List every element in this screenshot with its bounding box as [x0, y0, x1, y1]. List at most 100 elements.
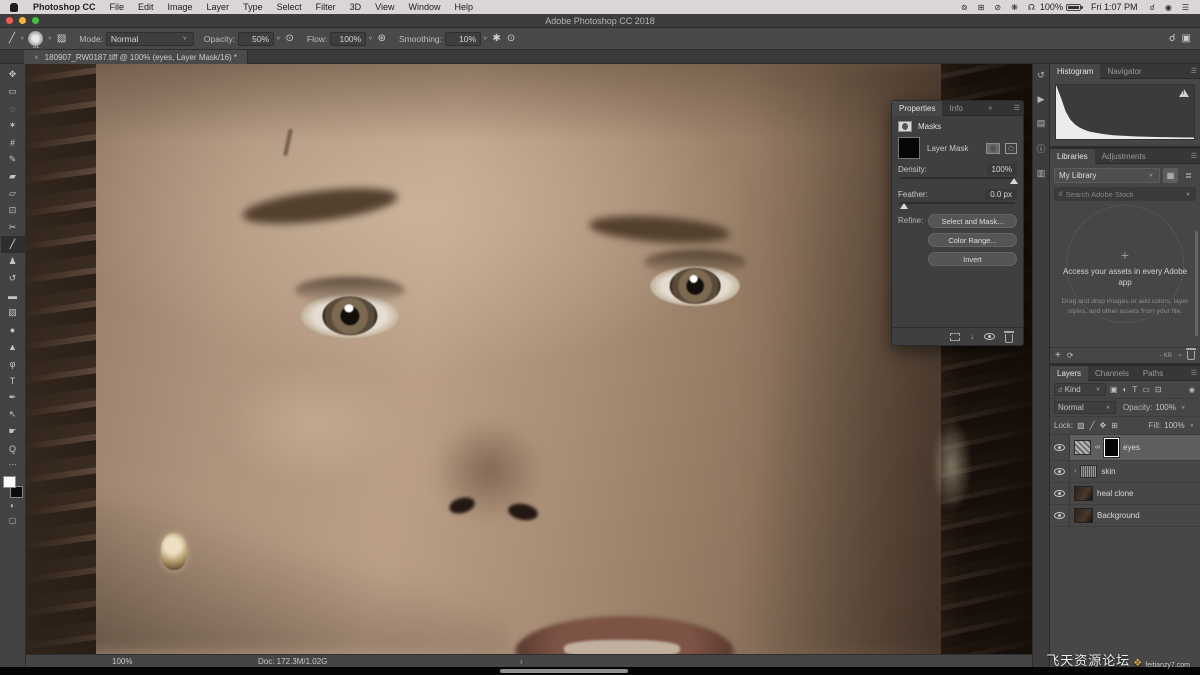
- airbrush-icon[interactable]: ⊛: [375, 33, 389, 44]
- workspace-switcher-icon[interactable]: ▣: [1179, 33, 1194, 44]
- menu-layer[interactable]: Layer: [200, 2, 237, 12]
- tool-zoom[interactable]: Q: [1, 440, 25, 457]
- tab-info[interactable]: Info: [942, 101, 969, 116]
- menu-3d[interactable]: 3D: [343, 2, 369, 12]
- menu-photoshop[interactable]: Photoshop CC: [26, 2, 103, 12]
- cached-data-warning-icon[interactable]: [1179, 89, 1189, 97]
- opacity-dropdown[interactable]: 50%: [238, 31, 275, 46]
- tool-quick-selection[interactable]: ✶: [1, 117, 25, 134]
- visibility-eye-icon[interactable]: [1054, 490, 1065, 497]
- tool-marquee[interactable]: ▭: [1, 83, 25, 100]
- list-view-icon[interactable]: ≣: [1181, 168, 1196, 183]
- group-thumbnail[interactable]: [1080, 465, 1098, 478]
- tool-patch[interactable]: ⊡: [1, 202, 25, 219]
- photo-canvas[interactable]: [26, 64, 1032, 654]
- layer-name[interactable]: eyes: [1123, 443, 1140, 452]
- delete-mask-trash-icon[interactable]: [1004, 330, 1014, 343]
- layer-mask-thumbnail[interactable]: [1103, 437, 1120, 458]
- spotlight-icon[interactable]: ☌: [1144, 3, 1159, 12]
- layer-row-skin[interactable]: › skin: [1050, 461, 1200, 483]
- layer-mask-thumbnail[interactable]: [898, 137, 920, 159]
- panel-menu-icon[interactable]: ☰: [1188, 67, 1200, 75]
- tool-eraser[interactable]: ▬: [1, 287, 25, 304]
- do-not-disturb-icon[interactable]: ⊘: [989, 3, 1006, 12]
- menu-window[interactable]: Window: [401, 2, 447, 12]
- filter-smart-objects-icon[interactable]: ⊡: [1154, 385, 1163, 394]
- info-panel-icon[interactable]: ⓘ: [1036, 142, 1045, 155]
- filter-adjustment-layers-icon[interactable]: ◐: [1122, 385, 1129, 394]
- measurement-log-panel-icon[interactable]: ▥: [1037, 168, 1046, 179]
- brush-preset-picker[interactable]: 31: [28, 31, 44, 50]
- layer-visibility-cell[interactable]: [1050, 505, 1070, 526]
- brush-settings-toggle-icon[interactable]: ▨: [54, 33, 69, 44]
- tab-adjustments[interactable]: Adjustments: [1095, 149, 1153, 164]
- filter-shape-layers-icon[interactable]: ▭: [1141, 385, 1151, 394]
- pixel-mask-button-icon[interactable]: [986, 142, 1000, 154]
- tool-dodge[interactable]: φ: [1, 355, 25, 372]
- mask-link-icon[interactable]: ∞: [1095, 444, 1100, 451]
- tab-histogram[interactable]: Histogram: [1050, 63, 1101, 79]
- tool-hand[interactable]: ☛: [1, 423, 25, 440]
- brush-tool-icon[interactable]: ╱: [6, 33, 18, 44]
- layer-thumbnail[interactable]: [1074, 508, 1093, 523]
- filter-kind-dropdown[interactable]: ☌ Kind ∨: [1054, 383, 1106, 396]
- screen-mode-button[interactable]: ▢: [1, 513, 25, 528]
- visibility-eye-icon[interactable]: [1054, 468, 1065, 475]
- library-search-bar[interactable]: ☌ ∨: [1054, 187, 1196, 201]
- tool-brush[interactable]: ╱: [0, 236, 25, 253]
- add-asset-plus-icon[interactable]: +: [1050, 247, 1200, 263]
- lock-artboard-icon[interactable]: ⊞: [1110, 421, 1119, 430]
- layer-name[interactable]: skin: [1101, 467, 1115, 476]
- tool-move[interactable]: ✥: [1, 66, 25, 83]
- tab-navigator[interactable]: Navigator: [1100, 64, 1148, 79]
- tab-channels[interactable]: Channels: [1088, 366, 1136, 381]
- tool-healing-brush[interactable]: ▱: [1, 185, 25, 202]
- layer-visibility-cell[interactable]: [1050, 483, 1070, 504]
- apply-mask-icon[interactable]: ↓: [970, 332, 974, 341]
- grid-view-icon[interactable]: ▦: [1163, 168, 1178, 183]
- density-slider-thumb[interactable]: [1010, 178, 1019, 184]
- new-asset-plus-icon[interactable]: +: [1055, 350, 1061, 361]
- wifi-icon[interactable]: ☊: [1023, 3, 1040, 12]
- layer-visibility-cell[interactable]: [1050, 435, 1070, 460]
- tool-blur[interactable]: ●: [1, 321, 25, 338]
- pressure-opacity-icon[interactable]: ⊙: [283, 33, 297, 44]
- load-selection-icon[interactable]: [950, 332, 960, 341]
- edit-toolbar-button[interactable]: ⋯: [1, 457, 25, 472]
- panel-menu-icon[interactable]: ☰: [1011, 104, 1023, 112]
- panel-menu-icon[interactable]: ☰: [1188, 152, 1200, 160]
- battery-icon[interactable]: [1065, 3, 1083, 11]
- density-slider[interactable]: [900, 177, 1019, 184]
- tool-eyedropper[interactable]: ✎: [1, 151, 25, 168]
- tool-lasso[interactable]: ◌: [1, 100, 25, 117]
- panel-menu-icon[interactable]: ☰: [1188, 369, 1200, 377]
- smoothing-dropdown[interactable]: 10%: [445, 31, 482, 46]
- actions-panel-icon[interactable]: ▶: [1038, 94, 1045, 105]
- layer-row-background[interactable]: Background: [1050, 505, 1200, 527]
- status-options-chevron[interactable]: ›: [520, 657, 523, 666]
- menu-help[interactable]: Help: [447, 2, 480, 12]
- menu-view[interactable]: View: [368, 2, 401, 12]
- tab-libraries[interactable]: Libraries: [1050, 148, 1095, 164]
- feather-slider[interactable]: [900, 202, 1015, 209]
- filter-toggle-icon[interactable]: ◉: [1188, 386, 1196, 394]
- clone-source-panel-icon[interactable]: ▤: [1037, 118, 1046, 129]
- layer-row-eyes[interactable]: ∞ eyes: [1050, 435, 1200, 461]
- network-icon[interactable]: ❋: [1006, 3, 1023, 12]
- menu-type[interactable]: Type: [236, 2, 270, 12]
- layer-thumbnail[interactable]: [1074, 486, 1093, 501]
- history-panel-icon[interactable]: ↺: [1037, 70, 1045, 81]
- layer-row-heal-clone[interactable]: heal clone: [1050, 483, 1200, 505]
- layer-visibility-cell[interactable]: [1050, 461, 1070, 482]
- close-tab-icon[interactable]: ×: [34, 53, 39, 62]
- collapse-panel-icon[interactable]: »: [985, 105, 995, 112]
- group-disclosure-icon[interactable]: ›: [1074, 468, 1076, 475]
- document-tab[interactable]: × 180907_RW0187.tiff @ 100% (eyes, Layer…: [24, 50, 249, 64]
- visibility-eye-icon[interactable]: [1054, 444, 1065, 451]
- lock-position-icon[interactable]: ✥: [1099, 421, 1108, 430]
- select-and-mask-button[interactable]: Select and Mask...: [928, 214, 1017, 228]
- feather-value-field[interactable]: 0.0 px: [985, 189, 1017, 200]
- smoothing-options-gear-icon[interactable]: ✱: [489, 33, 503, 44]
- siri-icon[interactable]: ◉: [1160, 3, 1177, 12]
- tool-history-brush[interactable]: ↺: [1, 270, 25, 287]
